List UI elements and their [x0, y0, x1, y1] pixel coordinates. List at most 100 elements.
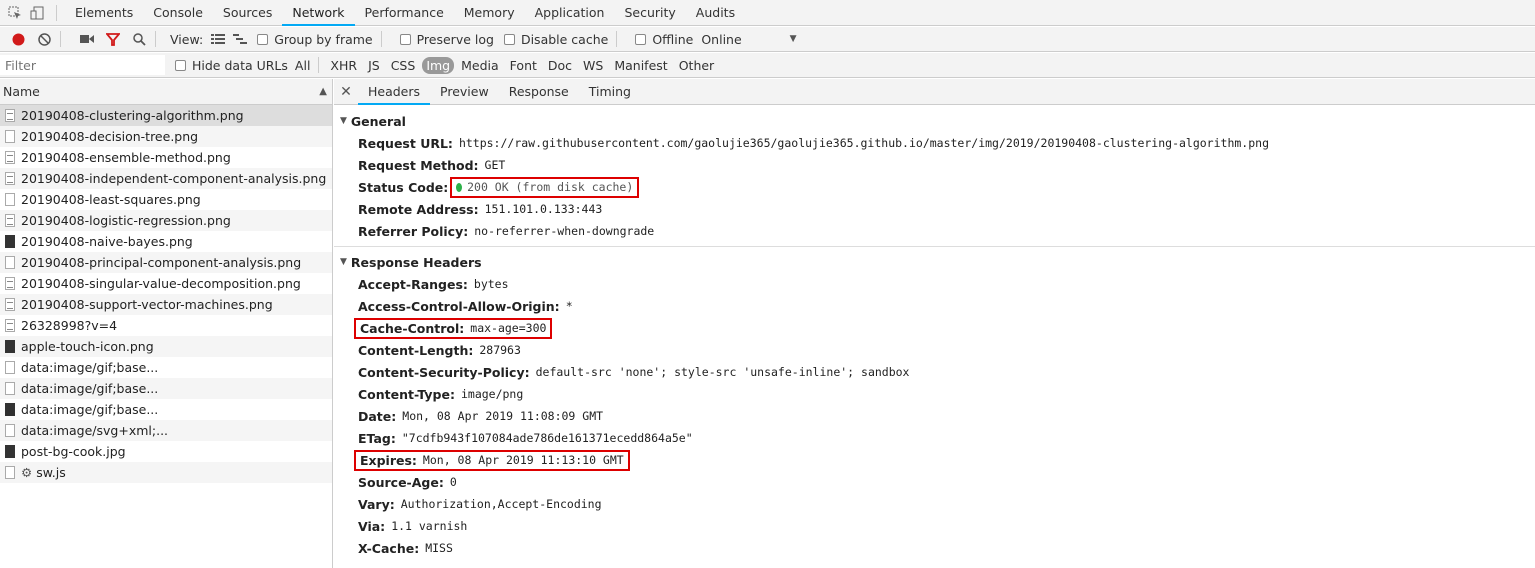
- filter-type-manifest[interactable]: Manifest: [610, 57, 671, 74]
- divider: [60, 31, 61, 47]
- checkbox-box[interactable]: [257, 33, 269, 45]
- list-item[interactable]: post-bg-cook.jpg: [0, 441, 332, 462]
- list-item[interactable]: 20190408-singular-value-decomposition.pn…: [0, 273, 332, 294]
- clear-button[interactable]: [36, 31, 52, 47]
- checkbox-box[interactable]: [175, 59, 186, 71]
- tab-console[interactable]: Console: [143, 0, 213, 26]
- tab-security[interactable]: Security: [614, 0, 685, 26]
- tab-timing[interactable]: Timing: [579, 79, 641, 105]
- disable-cache-label: Disable cache: [520, 31, 609, 47]
- group-by-frame-checkbox[interactable]: Group by frame: [257, 32, 373, 47]
- header-value: 287963: [479, 343, 521, 357]
- list-item[interactable]: data:image/gif;base...: [0, 378, 332, 399]
- response-header-row: Content-Security-Policy: default-src 'non…: [334, 361, 1535, 383]
- preserve-log-checkbox[interactable]: Preserve log: [399, 32, 494, 47]
- request-name: data:image/gif;base...: [21, 360, 159, 375]
- header-value: 1.1 varnish: [391, 519, 468, 533]
- header-key: Request Method:: [358, 157, 479, 173]
- tab-memory[interactable]: Memory: [454, 0, 525, 26]
- screenshot-button[interactable]: [79, 31, 95, 47]
- tab-preview[interactable]: Preview: [430, 79, 499, 105]
- list-item[interactable]: data:image/gif;base...: [0, 399, 332, 420]
- list-item[interactable]: data:image/svg+xml;...: [0, 420, 332, 441]
- tab-audits[interactable]: Audits: [686, 0, 745, 26]
- sort-up-icon[interactable]: ▲: [319, 86, 327, 97]
- list-item[interactable]: 26328998?v=4: [0, 315, 332, 336]
- request-details: ✕ Headers Preview Response Timing ▼ Gene…: [334, 79, 1535, 568]
- view-label: View:: [170, 31, 204, 47]
- filter-type-other[interactable]: Other: [675, 57, 719, 74]
- filter-type-all[interactable]: All: [291, 57, 315, 74]
- filter-type-xhr[interactable]: XHR: [326, 57, 361, 74]
- filter-input[interactable]: [0, 55, 165, 75]
- filter-type-css[interactable]: CSS: [387, 57, 420, 74]
- filter-icon: [106, 32, 120, 46]
- filter-type-font[interactable]: Font: [506, 57, 541, 74]
- list-item[interactable]: ⚙ sw.js: [0, 462, 332, 483]
- list-item[interactable]: data:image/gif;base...: [0, 357, 332, 378]
- highlight-box: Expires: Mon, 08 Apr 2019 11:13:10 GMT: [354, 449, 630, 471]
- response-header-row: Date: Mon, 08 Apr 2019 11:08:09 GMT: [334, 405, 1535, 427]
- tab-headers[interactable]: Headers: [358, 79, 431, 105]
- name-column-header[interactable]: Name ▲: [0, 79, 332, 105]
- video-camera-icon: [80, 35, 94, 43]
- waterfall-icon[interactable]: [233, 33, 248, 45]
- hide-data-urls-checkbox[interactable]: Hide data URLs: [175, 58, 288, 73]
- response-headers-section-header[interactable]: ▼ Response Headers: [334, 251, 1535, 273]
- request-name: data:image/gif;base...: [21, 402, 159, 417]
- checkbox-box[interactable]: [503, 33, 515, 45]
- image-file-icon: [5, 235, 15, 248]
- list-item[interactable]: 20190408-naive-bayes.png: [0, 231, 332, 252]
- general-section-header[interactable]: ▼ General: [334, 110, 1535, 132]
- header-value: Authorization,Accept-Encoding: [400, 497, 602, 511]
- filter-type-js[interactable]: JS: [364, 57, 384, 74]
- inspect-element-icon[interactable]: [8, 6, 22, 20]
- tab-application[interactable]: Application: [525, 0, 615, 26]
- search-button[interactable]: [131, 31, 147, 47]
- tab-elements[interactable]: Elements: [65, 0, 143, 26]
- list-item[interactable]: 20190408-least-squares.png: [0, 189, 332, 210]
- header-key: X-Cache:: [358, 540, 420, 556]
- list-item[interactable]: 20190408-principal-component-analysis.pn…: [0, 252, 332, 273]
- header-value: Mon, 08 Apr 2019 11:13:10 GMT: [422, 453, 624, 467]
- divider: [56, 4, 57, 21]
- tab-network[interactable]: Network: [282, 0, 355, 26]
- list-item[interactable]: 20190408-decision-tree.png: [0, 126, 332, 147]
- divider: [318, 57, 320, 73]
- response-header-row: Content-Type: image/png: [334, 383, 1535, 405]
- tab-performance[interactable]: Performance: [355, 0, 454, 26]
- filter-toggle-button[interactable]: [105, 31, 121, 47]
- disable-cache-checkbox[interactable]: Disable cache: [503, 31, 609, 47]
- tab-response[interactable]: Response: [499, 79, 579, 105]
- list-item[interactable]: 20190408-clustering-algorithm.png: [0, 105, 332, 126]
- referrer-policy-row: Referrer Policy: no-referrer-when-downgra…: [334, 220, 1535, 242]
- list-item[interactable]: 20190408-independent-component-analysis.…: [0, 168, 332, 189]
- detail-tabbar: ✕ Headers Preview Response Timing: [334, 79, 1535, 105]
- filter-type-doc[interactable]: Doc: [544, 57, 576, 74]
- record-button[interactable]: [10, 31, 26, 47]
- throttle-select[interactable]: Online: [701, 32, 741, 47]
- checkbox-box[interactable]: [635, 33, 647, 45]
- large-rows-icon[interactable]: [211, 33, 226, 45]
- search-icon: [132, 32, 146, 46]
- header-value: Mon, 08 Apr 2019 11:08:09 GMT: [402, 409, 604, 423]
- filter-type-ws[interactable]: WS: [579, 57, 607, 74]
- filter-type-media[interactable]: Media: [457, 57, 503, 74]
- chevron-down-icon[interactable]: ▼: [790, 34, 797, 44]
- triangle-down-icon: ▼: [340, 257, 347, 267]
- checkbox-box[interactable]: [399, 33, 411, 45]
- request-name: post-bg-cook.jpg: [21, 444, 126, 459]
- image-file-icon: [5, 319, 15, 332]
- list-item[interactable]: 20190408-ensemble-method.png: [0, 147, 332, 168]
- offline-checkbox[interactable]: Offline: [635, 32, 693, 47]
- request-name: sw.js: [36, 465, 66, 480]
- tab-sources[interactable]: Sources: [213, 0, 282, 26]
- list-item[interactable]: 20190408-logistic-regression.png: [0, 210, 332, 231]
- device-toolbar-icon[interactable]: [30, 6, 44, 20]
- close-icon[interactable]: ✕: [334, 84, 358, 100]
- response-header-row: Source-Age: 0: [334, 471, 1535, 493]
- list-item[interactable]: 20190408-support-vector-machines.png: [0, 294, 332, 315]
- list-item[interactable]: apple-touch-icon.png: [0, 336, 332, 357]
- header-value: *: [565, 299, 573, 313]
- filter-type-img[interactable]: Img: [422, 56, 455, 74]
